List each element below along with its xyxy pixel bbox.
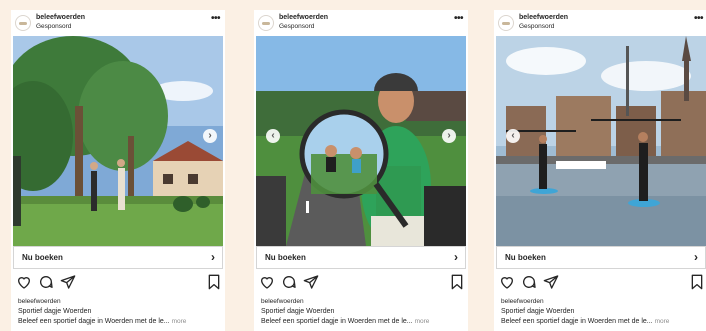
book-now-button[interactable]: Nu boeken › xyxy=(13,246,223,269)
more-options-icon[interactable]: ••• xyxy=(211,13,221,24)
post-actions xyxy=(494,274,706,292)
caption-body: Beleef een sportief dagje in Woerden met… xyxy=(501,318,653,325)
book-now-button[interactable]: Nu boeken › xyxy=(496,246,706,269)
more-link[interactable]: more xyxy=(172,318,187,325)
caption-username[interactable]: beleefwoerden xyxy=(501,298,544,305)
sponsored-label: Gesponsord xyxy=(279,23,315,30)
book-now-label: Nu boeken xyxy=(505,253,546,262)
share-icon[interactable] xyxy=(543,274,559,290)
caption-username[interactable]: beleefwoerden xyxy=(261,298,304,305)
chevron-left-icon[interactable]: ‹ xyxy=(506,129,520,143)
post-header: beleefwoerden Gesponsord ••• xyxy=(254,10,468,36)
comment-icon[interactable] xyxy=(38,274,54,290)
post-photo: › xyxy=(13,36,223,246)
caption-text: Beleef een sportief dagje in Woerden met… xyxy=(261,318,429,325)
username[interactable]: beleefwoerden xyxy=(519,14,568,21)
share-icon[interactable] xyxy=(60,274,76,290)
chevron-right-icon[interactable]: › xyxy=(203,129,217,143)
sponsored-label: Gesponsord xyxy=(519,23,555,30)
chevron-right-icon: › xyxy=(694,250,698,264)
chevron-left-icon[interactable]: ‹ xyxy=(266,129,280,143)
share-icon[interactable] xyxy=(303,274,319,290)
book-now-label: Nu boeken xyxy=(22,253,63,262)
more-options-icon[interactable]: ••• xyxy=(694,13,704,24)
caption-title: Sportief dagje Woerden xyxy=(501,308,575,315)
book-now-button[interactable]: Nu boeken › xyxy=(256,246,466,269)
caption-title: Sportief dagje Woerden xyxy=(18,308,92,315)
more-link[interactable]: more xyxy=(655,318,670,325)
heart-icon[interactable] xyxy=(259,274,275,290)
sponsored-post-3: beleefwoerden Gesponsord ••• ‹ Nu boeken… xyxy=(494,10,706,331)
heart-icon[interactable] xyxy=(16,274,32,290)
comment-icon[interactable] xyxy=(521,274,537,290)
post-photo: ‹ xyxy=(496,36,706,246)
caption-body: Beleef een sportief dagje in Woerden met… xyxy=(261,318,413,325)
bookmark-icon[interactable] xyxy=(690,274,704,290)
post-photo: ‹ › xyxy=(256,36,466,246)
sponsored-label: Gesponsord xyxy=(36,23,72,30)
avatar[interactable] xyxy=(258,15,274,31)
post-actions xyxy=(254,274,468,292)
bookmark-icon[interactable] xyxy=(450,274,464,290)
caption-body: Beleef een sportief dagje in Woerden met… xyxy=(18,318,170,325)
sponsored-post-1: beleefwoerden Gesponsord ••• › Nu boeken… xyxy=(11,10,225,331)
chevron-right-icon: › xyxy=(454,250,458,264)
caption-username[interactable]: beleefwoerden xyxy=(18,298,61,305)
more-link[interactable]: more xyxy=(415,318,430,325)
avatar[interactable] xyxy=(15,15,31,31)
post-actions xyxy=(11,274,225,292)
book-now-label: Nu boeken xyxy=(265,253,306,262)
caption-title: Sportief dagje Woerden xyxy=(261,308,335,315)
caption-text: Beleef een sportief dagje in Woerden met… xyxy=(501,318,669,325)
chevron-right-icon: › xyxy=(211,250,215,264)
bookmark-icon[interactable] xyxy=(207,274,221,290)
avatar[interactable] xyxy=(498,15,514,31)
heart-icon[interactable] xyxy=(499,274,515,290)
post-header: beleefwoerden Gesponsord ••• xyxy=(11,10,225,36)
sponsored-post-2: beleefwoerden Gesponsord ••• ‹ › Nu boek… xyxy=(254,10,468,331)
comment-icon[interactable] xyxy=(281,274,297,290)
caption-text: Beleef een sportief dagje in Woerden met… xyxy=(18,318,186,325)
more-options-icon[interactable]: ••• xyxy=(454,13,464,24)
username[interactable]: beleefwoerden xyxy=(279,14,328,21)
chevron-right-icon[interactable]: › xyxy=(442,129,456,143)
username[interactable]: beleefwoerden xyxy=(36,14,85,21)
post-header: beleefwoerden Gesponsord ••• xyxy=(494,10,706,36)
